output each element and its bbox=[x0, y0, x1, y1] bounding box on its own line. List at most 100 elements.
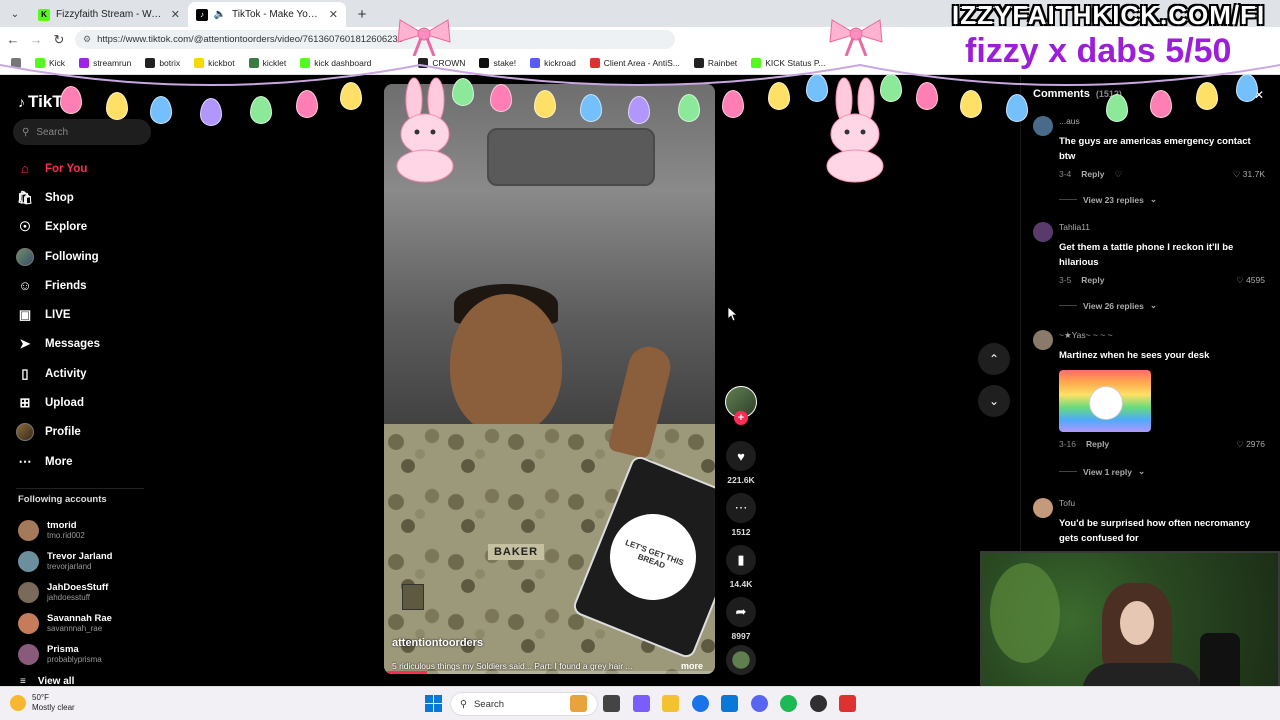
view-replies-button[interactable]: View 26 replies ⌄ bbox=[1059, 300, 1157, 311]
nav-item-for-you[interactable]: ⌂ For You bbox=[16, 154, 156, 183]
following-account[interactable]: Savannah Rae savannnah_rae bbox=[18, 608, 158, 639]
nav-item-profile[interactable]: Profile bbox=[16, 418, 156, 447]
video-progress-bar[interactable] bbox=[384, 671, 715, 674]
friends-icon: ☺ bbox=[18, 278, 32, 294]
tiktok-logo[interactable]: ♪ TikTok bbox=[18, 92, 81, 112]
app-red-icon[interactable] bbox=[839, 695, 856, 712]
task-view-icon[interactable] bbox=[603, 695, 620, 712]
weather-widget[interactable]: 50°F Mostly clear bbox=[10, 693, 75, 713]
bookmark-item[interactable]: stake! bbox=[472, 58, 523, 68]
bookmark-item[interactable]: Kick bbox=[28, 58, 72, 68]
tab-tiktok[interactable]: ♪ 🔈 TikTok - Make Your Day ✕ bbox=[188, 2, 346, 27]
music-disc-icon[interactable] bbox=[726, 645, 756, 675]
comment-button[interactable]: ⋯ 1512 bbox=[722, 493, 760, 537]
like-button[interactable]: ♥ 221.6K bbox=[722, 441, 760, 485]
avatar[interactable] bbox=[1033, 222, 1053, 242]
obs-icon[interactable] bbox=[810, 695, 827, 712]
following-accounts-title: Following accounts bbox=[18, 494, 107, 505]
reload-icon[interactable]: ↻ bbox=[49, 30, 69, 50]
view-replies-button[interactable]: View 1 reply ⌄ bbox=[1059, 466, 1145, 477]
bookmark-item[interactable]: kickroad bbox=[523, 58, 583, 68]
forward-arrow-icon[interactable]: → bbox=[26, 30, 46, 50]
site-info-icon[interactable]: ⚙ bbox=[83, 34, 91, 45]
video-head bbox=[450, 294, 562, 434]
reply-button[interactable]: Reply bbox=[1081, 275, 1104, 285]
close-icon[interactable]: ✕ bbox=[171, 8, 180, 21]
bookmark-item[interactable]: Rainbet bbox=[687, 58, 744, 68]
follow-plus-icon[interactable]: + bbox=[734, 411, 748, 425]
bookmark-apps-icon[interactable] bbox=[4, 58, 28, 68]
bookmark-item[interactable]: streamrun bbox=[72, 58, 138, 68]
avatar bbox=[18, 644, 39, 665]
bookmark-item[interactable]: kick dashboard bbox=[293, 58, 378, 68]
nav-item-messages[interactable]: ➤ Messages bbox=[16, 330, 156, 359]
avatar[interactable] bbox=[1033, 330, 1053, 350]
avatar[interactable] bbox=[1033, 116, 1053, 136]
bookmark-item[interactable]: CROWN bbox=[378, 58, 472, 68]
video-author[interactable]: attentiontoorders bbox=[392, 637, 483, 649]
share-button[interactable]: ➦ 8997 bbox=[722, 597, 760, 641]
save-count: 14.4K bbox=[729, 579, 753, 589]
new-tab-plus-icon[interactable]: + bbox=[352, 4, 372, 24]
spotify-icon[interactable] bbox=[780, 695, 797, 712]
bookmark-item[interactable]: kickbot bbox=[187, 58, 241, 68]
next-video-button[interactable]: ⌄ bbox=[978, 385, 1010, 417]
view-replies-button[interactable]: View 23 replies ⌄ bbox=[1059, 194, 1157, 205]
nav-item-live[interactable]: ▣ LIVE bbox=[16, 300, 156, 329]
nav-item-upload[interactable]: ⊞ Upload bbox=[16, 388, 156, 417]
avatar[interactable] bbox=[1033, 498, 1053, 518]
copilot-icon[interactable] bbox=[633, 695, 650, 712]
nav-item-more[interactable]: ⋯ More bbox=[16, 447, 156, 476]
comment-likes: 2976 bbox=[1246, 439, 1265, 449]
comment-like-button[interactable]: ♡ 2976 bbox=[1236, 439, 1265, 450]
kickroad-icon bbox=[530, 58, 541, 68]
discord-icon[interactable] bbox=[751, 695, 768, 712]
close-icon[interactable]: ✕ bbox=[329, 8, 338, 21]
store-icon[interactable] bbox=[721, 695, 738, 712]
comment-user[interactable]: ~★Yas~ ~ ~ ~ bbox=[1059, 330, 1113, 341]
url-field[interactable]: ⚙ https://www.tiktok.com/@attentiontoord… bbox=[75, 30, 675, 49]
reply-button[interactable]: Reply bbox=[1086, 439, 1109, 449]
comment-user[interactable]: ...aus bbox=[1059, 116, 1080, 126]
nav-item-friends[interactable]: ☺ Friends bbox=[16, 271, 156, 300]
chevron-down-icon: ⌄ bbox=[1149, 300, 1157, 310]
view-all-link[interactable]: ≡ View all bbox=[20, 676, 74, 686]
save-button[interactable]: ▮ 14.4K bbox=[722, 545, 760, 589]
comment-like-button[interactable]: ♡ 4595 bbox=[1236, 275, 1265, 286]
comment-like-button[interactable]: ♡ 31.7K bbox=[1233, 169, 1265, 180]
windows-start-icon[interactable] bbox=[425, 695, 442, 712]
tab-list-chevron-icon[interactable]: ⌄ bbox=[4, 3, 26, 25]
following-account[interactable]: tmorid tmo.rid002 bbox=[18, 515, 158, 546]
chrome-icon[interactable] bbox=[692, 695, 709, 712]
comment-user[interactable]: Tofu bbox=[1059, 498, 1075, 508]
chevron-up-icon: ⌃ bbox=[988, 352, 1000, 366]
nav-item-activity[interactable]: ▯ Activity bbox=[16, 359, 156, 388]
close-icon[interactable]: ✕ bbox=[1254, 88, 1264, 102]
caption-more-button[interactable]: more bbox=[681, 661, 703, 671]
bookmark-item[interactable]: botrix bbox=[138, 58, 187, 68]
comment-text: The guys are americas emergency contact … bbox=[1059, 136, 1251, 162]
file-explorer-icon[interactable] bbox=[662, 695, 679, 712]
comment-image[interactable] bbox=[1059, 370, 1151, 432]
nav-item-explore[interactable]: ☉ Explore bbox=[16, 213, 156, 242]
speaker-icon[interactable]: 🔈 bbox=[214, 9, 226, 21]
search-input[interactable]: ⚲ Search bbox=[13, 119, 151, 145]
following-account[interactable]: JahDoesStuff jahdoesstuff bbox=[18, 577, 158, 608]
bookmark-item[interactable]: kicklet bbox=[242, 58, 294, 68]
nav-item-following[interactable]: Following bbox=[16, 242, 156, 271]
previous-video-button[interactable]: ⌃ bbox=[978, 343, 1010, 375]
car-dome-light bbox=[487, 128, 655, 186]
tab-kick[interactable]: K Fizzyfaith Stream - Watch Live on Kick… bbox=[30, 2, 188, 27]
comment-item: ~★Yas~ ~ ~ ~ Martinez when he sees your … bbox=[1033, 330, 1271, 478]
nav-item-shop[interactable]: 🛍 Shop bbox=[16, 183, 156, 212]
bunny-icon bbox=[396, 77, 454, 183]
bookmark-item[interactable]: KICK Status P... bbox=[744, 58, 832, 68]
pen-tool-icon[interactable] bbox=[570, 695, 587, 712]
back-arrow-icon[interactable]: ← bbox=[3, 30, 23, 50]
following-account[interactable]: Prisma probablyprisma bbox=[18, 639, 158, 670]
bookmark-item[interactable]: Client Area - AntiS... bbox=[583, 58, 687, 68]
comment-user[interactable]: Tahlia11 bbox=[1059, 222, 1090, 232]
following-account[interactable]: Trevor Jarland trevorjarland bbox=[18, 546, 158, 577]
search-icon: ⚲ bbox=[22, 126, 30, 138]
reply-button[interactable]: Reply bbox=[1081, 169, 1104, 180]
